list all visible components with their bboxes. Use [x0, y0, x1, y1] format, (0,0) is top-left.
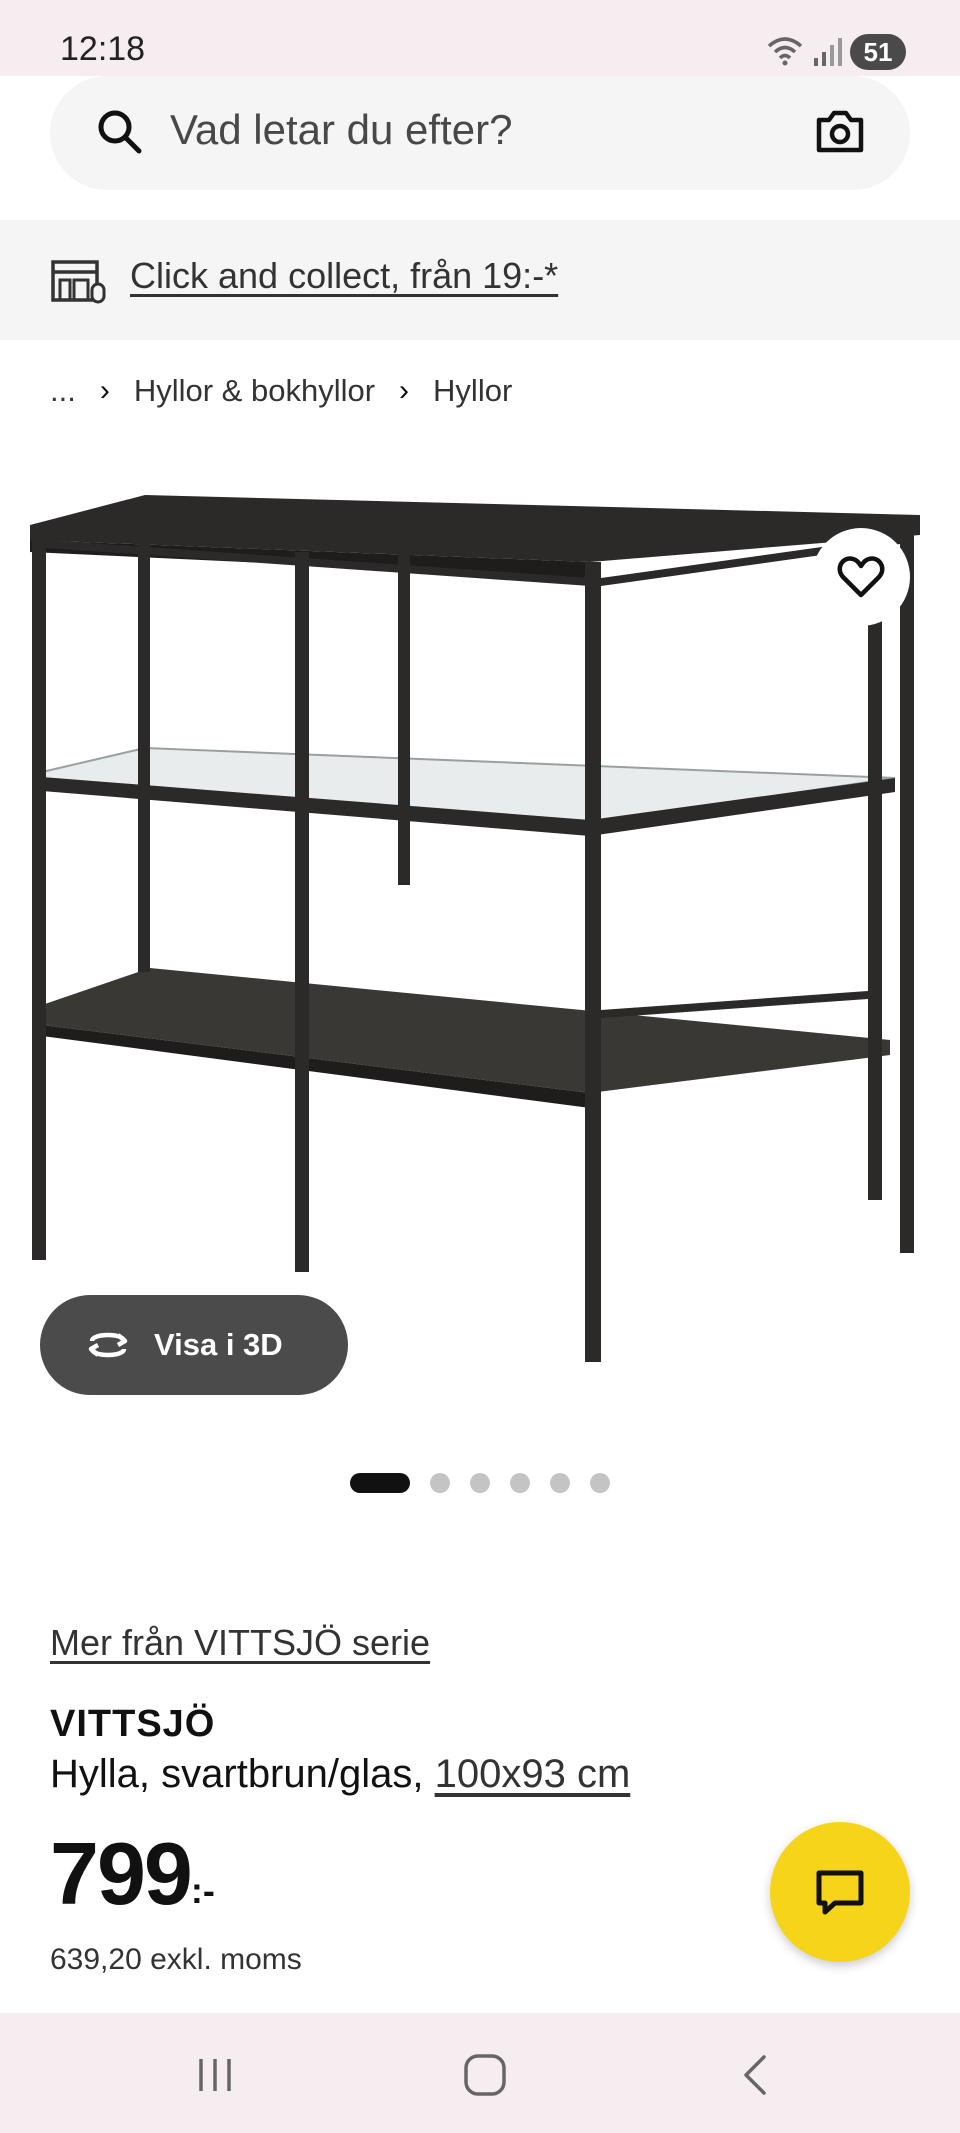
- chevron-right-icon: ›: [399, 374, 410, 407]
- heart-icon: [837, 556, 885, 598]
- carousel-dot-2[interactable]: [430, 1473, 450, 1493]
- chat-button[interactable]: [770, 1822, 910, 1962]
- price-suffix: :-: [190, 1870, 215, 1911]
- carousel-dot-4[interactable]: [510, 1473, 530, 1493]
- breadcrumb-item-shelves[interactable]: Hyllor: [433, 373, 512, 409]
- carousel-dot-5[interactable]: [550, 1473, 570, 1493]
- breadcrumb-item-more[interactable]: ...: [50, 373, 76, 409]
- product-image[interactable]: [30, 480, 930, 1420]
- product-name: VITTSJÖ: [50, 1703, 216, 1745]
- carousel-indicator: [350, 1473, 630, 1493]
- carousel-dot-3[interactable]: [470, 1473, 490, 1493]
- wifi-icon: [767, 37, 803, 66]
- price-excl-vat: 639,20 exkl. moms: [50, 1943, 302, 1976]
- camera-icon[interactable]: [815, 108, 865, 154]
- price-amount: 799: [50, 1824, 193, 1923]
- carousel-dot-6[interactable]: [590, 1473, 610, 1493]
- view-in-3d-label: Visa i 3D: [154, 1327, 283, 1362]
- back-icon[interactable]: [740, 2053, 770, 2097]
- store-icon: [51, 260, 106, 304]
- status-time: 12:18: [60, 30, 146, 68]
- home-icon[interactable]: [463, 2053, 507, 2097]
- click-collect-link[interactable]: Click and collect, från 19:-*: [130, 255, 558, 297]
- signal-icon: [814, 38, 842, 66]
- search-input[interactable]: Vad letar du efter?: [170, 106, 512, 154]
- series-link[interactable]: Mer från VITTSJÖ serie: [50, 1622, 430, 1664]
- breadcrumb-item-shelves-bookcases[interactable]: Hyllor & bokhyllor: [134, 373, 375, 409]
- search-icon[interactable]: [96, 108, 144, 156]
- price: 799 :-: [50, 1830, 215, 1918]
- product-description: Hylla, svartbrun/glas, 100x93 cm: [50, 1752, 630, 1797]
- recent-apps-icon[interactable]: [195, 2055, 235, 2095]
- product-size-link[interactable]: 100x93 cm: [435, 1752, 631, 1796]
- battery-indicator: 51: [850, 34, 906, 70]
- favorite-button[interactable]: [812, 528, 910, 626]
- rotate-3d-icon: [88, 1332, 128, 1358]
- chat-icon: [816, 1870, 864, 1915]
- product-type: Hylla, svartbrun/glas,: [50, 1752, 424, 1796]
- chevron-right-icon: ›: [99, 374, 110, 407]
- breadcrumb: ... › Hyllor & bokhyllor › Hyllor: [50, 373, 512, 409]
- carousel-dot-1[interactable]: [350, 1473, 410, 1493]
- view-in-3d-button[interactable]: Visa i 3D: [40, 1295, 348, 1395]
